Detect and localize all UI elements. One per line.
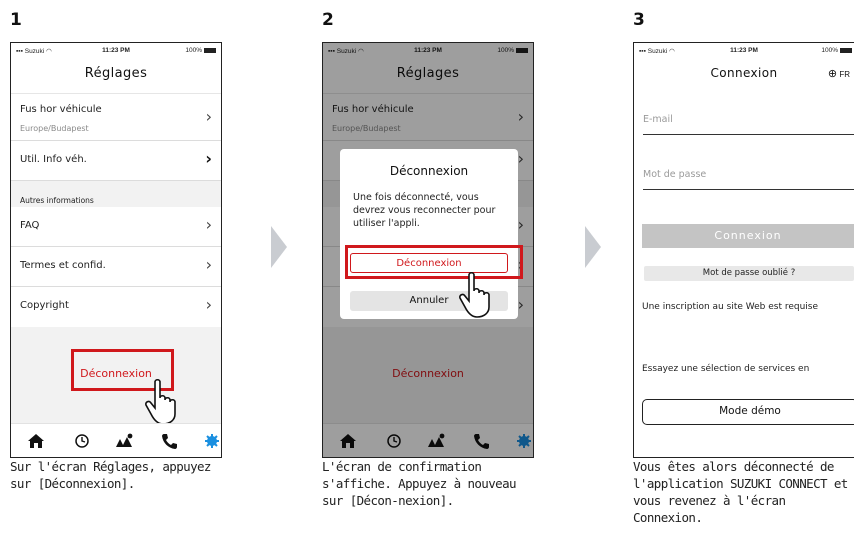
- chevron-right-icon: ›: [205, 255, 212, 274]
- demo-mode-button[interactable]: Mode démo: [642, 399, 854, 425]
- section-label: Autres informations: [20, 196, 94, 205]
- home-icon[interactable]: [25, 432, 47, 450]
- chevron-right-icon: ›: [205, 107, 212, 126]
- battery: 100%: [821, 47, 852, 54]
- step-caption-2: L'écran de confirmation s'affiche. Appuy…: [322, 459, 517, 508]
- settings-row-timezone[interactable]: Fus hor véhicule Europe/Budapest ›: [11, 93, 221, 141]
- tap-hand-icon: [459, 271, 490, 318]
- settings-row-vehicle-info[interactable]: Util. Info véh. ›: [11, 141, 221, 181]
- email-field-underline: [643, 134, 854, 135]
- step-caption-3: Vous êtes alors déconnecté de l'applicat…: [633, 459, 848, 525]
- chevron-right-icon: ›: [205, 295, 212, 314]
- password-field[interactable]: Mot de passe: [643, 169, 706, 180]
- step-number-2: 2: [322, 10, 334, 30]
- dialog-message: Une fois déconnecté, vous devrez vous re…: [353, 192, 496, 229]
- chevron-right-icon: ›: [205, 215, 212, 234]
- row-label: Fus hor véhicule: [20, 104, 102, 115]
- step-number-1: 1: [10, 10, 22, 30]
- demo-trial-note: Essayez une sélection de services en: [642, 364, 810, 374]
- step-number-3: 3: [633, 10, 645, 30]
- tab-bar: [11, 423, 221, 457]
- registration-note: Une inscription au site Web est requise: [642, 302, 819, 312]
- step-arrow: [271, 226, 287, 268]
- row-label: Util. Info véh.: [20, 154, 87, 165]
- battery-icon: [204, 47, 216, 53]
- chevron-right-icon: ›: [205, 149, 212, 168]
- settings-row-faq[interactable]: FAQ ›: [11, 207, 221, 247]
- settings-row-copyright[interactable]: Copyright ›: [11, 287, 221, 327]
- battery: 100%: [185, 47, 216, 54]
- history-icon[interactable]: [71, 432, 93, 450]
- status-bar: ▪▪▪ Suzuki ◠ 11:23 PM 100%: [634, 43, 854, 57]
- language-selector[interactable]: ⊕ FR: [828, 67, 850, 80]
- battery-icon: [840, 47, 852, 53]
- settings-row-terms[interactable]: Termes et confid. ›: [11, 247, 221, 287]
- phone-screen-settings: ▪▪▪ Suzuki ◠ 11:23 PM 100% Réglages Fus …: [10, 42, 222, 458]
- email-field[interactable]: E-mail: [643, 114, 673, 125]
- page-title: Connexion: [710, 66, 778, 80]
- section-header: Autres informations: [11, 181, 221, 207]
- globe-icon: ⊕: [827, 68, 838, 80]
- forgot-password-button[interactable]: Mot de passe oublié ?: [644, 266, 854, 281]
- row-label: Termes et confid.: [20, 260, 106, 271]
- phone-icon[interactable]: [159, 432, 181, 450]
- phone-screen-login: ▪▪▪ Suzuki ◠ 11:23 PM 100% Connexion ⊕ F…: [633, 42, 854, 458]
- login-button[interactable]: Connexion: [642, 224, 854, 248]
- map-icon[interactable]: [114, 432, 136, 450]
- step-caption-1: Sur l'écran Réglages, appuyez sur [Décon…: [10, 459, 211, 491]
- settings-gear-icon[interactable]: [201, 432, 222, 450]
- tap-hand-icon: [145, 378, 176, 425]
- row-label: FAQ: [20, 220, 40, 231]
- page-title: Réglages: [84, 66, 148, 81]
- status-bar: ▪▪▪ Suzuki ◠ 11:23 PM 100%: [11, 43, 221, 57]
- step-arrow: [585, 226, 601, 268]
- phone-screen-confirm: ▪▪▪ Suzuki ◠ 11:23 PM 100% Réglages Fus …: [322, 42, 534, 458]
- password-field-underline: [643, 189, 854, 190]
- row-label: Copyright: [20, 300, 69, 311]
- row-value: Europe/Budapest: [20, 124, 89, 133]
- dialog-title: Déconnexion: [389, 164, 469, 178]
